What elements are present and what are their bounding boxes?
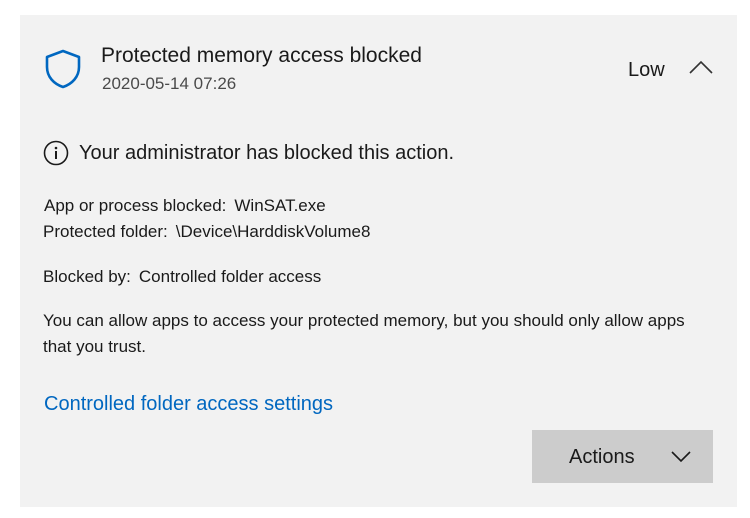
detail-app-value: WinSAT.exe: [234, 196, 326, 215]
detail-app-label: App or process blocked:: [44, 196, 227, 215]
detail-blocked-by-value: Controlled folder access: [138, 267, 322, 286]
detail-folder-row: Protected folder: \Device\HarddiskVolume8: [43, 221, 370, 243]
actions-button-label: Actions: [569, 446, 635, 468]
detail-app-row: App or process blocked: WinSAT.exe: [44, 195, 326, 217]
info-message-row: Your administrator has blocked this acti…: [43, 139, 454, 167]
shield-icon: [45, 49, 81, 89]
info-icon: [43, 140, 69, 166]
detail-blocked-by-row: Blocked by: Controlled folder access: [43, 266, 321, 288]
detail-blocked-by-label: Blocked by:: [43, 267, 131, 286]
severity-label: Low: [628, 59, 665, 81]
chevron-down-icon: [671, 451, 691, 463]
notification-card: Protected memory access blocked 2020-05-…: [20, 15, 737, 507]
chevron-up-icon[interactable]: [686, 55, 716, 81]
detail-folder-label: Protected folder:: [43, 222, 168, 241]
description-text: You can allow apps to access your protec…: [43, 311, 685, 356]
controlled-folder-access-settings-link[interactable]: Controlled folder access settings: [44, 391, 333, 417]
notification-timestamp: 2020-05-14 07:26: [102, 74, 237, 93]
actions-button[interactable]: Actions: [532, 430, 713, 483]
detail-folder-value: \Device\HarddiskVolume8: [175, 222, 371, 241]
info-message: Your administrator has blocked this acti…: [79, 142, 455, 164]
notification-title: Protected memory access blocked: [101, 44, 422, 67]
